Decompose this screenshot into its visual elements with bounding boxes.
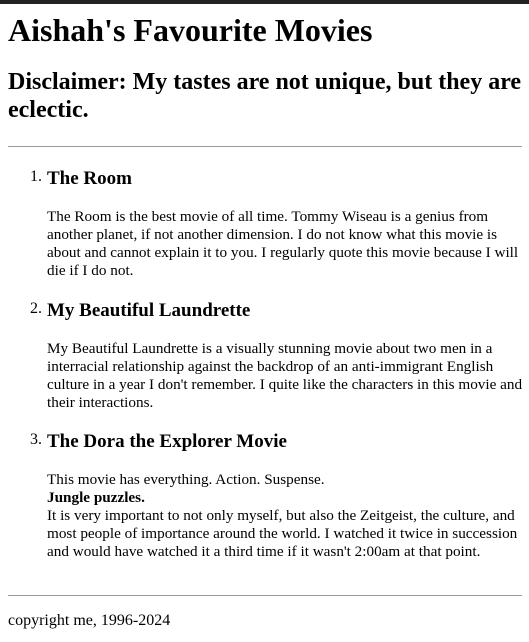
movie-number: 3.: [30, 431, 42, 448]
movie-description: My Beautiful Laundrette is a visually st…: [47, 340, 523, 412]
movie-description-text: The Room is the best movie of all time. …: [47, 208, 519, 279]
movie-description: The Room is the best movie of all time. …: [47, 208, 523, 280]
page-subtitle: Disclaimer: My tastes are not unique, bu…: [8, 69, 522, 123]
movie-description-text: My Beautiful Laundrette is a visually st…: [47, 340, 523, 411]
movie-number: 2.: [30, 300, 42, 317]
footer-divider: [8, 595, 522, 596]
movie-title: The Dora the Explorer Movie: [47, 431, 287, 452]
movie-title: The Room: [47, 168, 132, 189]
footer-copyright: copyright me, 1996-2024: [8, 612, 171, 629]
movie-description: This movie has everything. Action. Suspe…: [47, 471, 523, 561]
movie-description-text: This movie has everything. Action. Suspe…: [47, 471, 325, 488]
header-divider: [8, 146, 522, 147]
top-border: [0, 0, 529, 4]
movie-title: My Beautiful Laundrette: [47, 300, 251, 321]
movie-description-bold: Jungle puzzles.: [47, 489, 145, 506]
movie-number: 1.: [30, 168, 42, 185]
movie-description-text: It is very important to not only myself,…: [47, 507, 518, 560]
page-title: Aishah's Favourite Movies: [8, 12, 373, 48]
